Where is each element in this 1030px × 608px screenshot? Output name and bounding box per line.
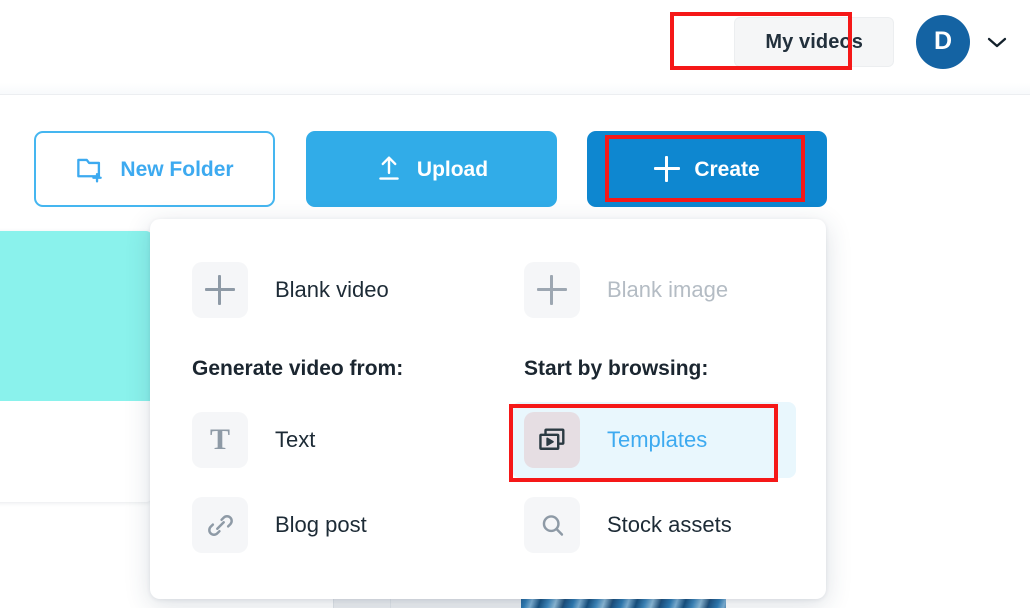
new-folder-label: New Folder xyxy=(120,157,234,181)
menu-item-blank-image[interactable]: Blank image xyxy=(512,252,792,328)
menu-item-label: Text xyxy=(275,427,316,452)
new-folder-button[interactable]: New Folder xyxy=(34,131,275,207)
plus-icon xyxy=(654,156,681,182)
header-right-group: My videos D xyxy=(734,0,1012,83)
avatar[interactable]: D xyxy=(916,14,970,69)
create-dropdown-menu: Blank video Generate video from: T Text xyxy=(150,219,826,599)
start-by-browsing-heading: Start by browsing: xyxy=(524,357,709,380)
menu-item-label: Blank video xyxy=(275,277,389,302)
create-menu-left-column: Blank video Generate video from: T Text xyxy=(180,219,500,563)
menu-item-label: Templates xyxy=(607,427,708,452)
plus-icon xyxy=(524,262,580,318)
upload-label: Upload xyxy=(416,157,489,181)
generate-video-heading: Generate video from: xyxy=(192,357,404,380)
create-button-wrapper: Create xyxy=(587,131,827,207)
search-icon xyxy=(524,497,580,553)
menu-item-label: Stock assets xyxy=(607,512,732,537)
link-chain-icon xyxy=(192,497,248,553)
upload-button[interactable]: Upload xyxy=(306,131,557,207)
video-card-title: w to Live Strea Tube: A Step- xyxy=(0,401,152,502)
menu-item-templates[interactable]: Templates xyxy=(512,402,796,478)
create-label: Create xyxy=(694,157,760,181)
video-title-line-1: w to Live Strea xyxy=(0,401,152,450)
create-button[interactable]: Create xyxy=(587,131,827,207)
menu-item-text[interactable]: T Text xyxy=(180,402,460,478)
menu-item-stock-assets[interactable]: Stock assets xyxy=(512,487,792,563)
folder-plus-icon xyxy=(75,155,106,183)
menu-item-blog-post[interactable]: Blog post xyxy=(180,487,460,563)
library-toolbar: New Folder Upload Create xyxy=(34,131,827,207)
avatar-initial: D xyxy=(933,27,953,55)
video-stack-play-icon xyxy=(524,412,580,468)
my-videos-wrapper: My videos xyxy=(734,16,894,67)
my-videos-button[interactable]: My videos xyxy=(734,16,894,67)
text-t-icon: T xyxy=(192,412,248,468)
menu-item-label: Blank image xyxy=(607,277,729,302)
plus-icon xyxy=(192,262,248,318)
video-card[interactable]: w to Live Strea Tube: A Step- xyxy=(0,231,152,502)
menu-item-label: Blog post xyxy=(275,512,367,537)
chevron-down-icon[interactable] xyxy=(986,35,1008,49)
menu-item-blank-video[interactable]: Blank video xyxy=(180,252,460,328)
video-thumbnail xyxy=(0,231,152,401)
video-title-line-2: Tube: A Step- xyxy=(0,450,152,501)
header-divider xyxy=(0,94,1030,95)
upload-arrow-icon xyxy=(375,154,403,184)
my-videos-label: My videos xyxy=(765,30,863,53)
app-header: My videos D xyxy=(0,0,1030,83)
create-menu-right-column: Blank image Start by browsing: Templates xyxy=(512,219,812,563)
